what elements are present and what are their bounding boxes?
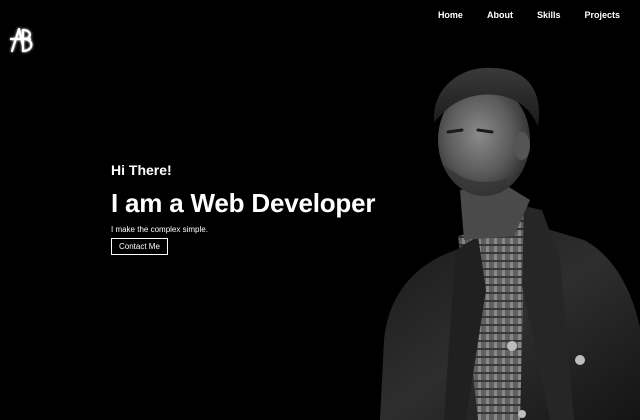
main-nav: Home About Skills Projects (438, 10, 620, 20)
site-logo[interactable] (8, 24, 40, 56)
hero-section: Hi There! I am a Web Developer I make th… (111, 161, 411, 255)
contact-me-button[interactable]: Contact Me (111, 238, 168, 255)
nav-link-home[interactable]: Home (438, 10, 463, 20)
hero-greeting: Hi There! (111, 162, 172, 178)
hero-headline: I am a Web Developer (111, 188, 376, 218)
landing-page: Home About Skills Projects Hi There! I a… (0, 0, 640, 420)
hero-tagline: I make the complex simple. (111, 225, 208, 234)
ab-monogram-logo-icon (9, 27, 33, 53)
nav-link-about[interactable]: About (487, 10, 513, 20)
nav-link-skills[interactable]: Skills (537, 10, 561, 20)
portrait-image (380, 67, 640, 420)
nav-link-projects[interactable]: Projects (584, 10, 620, 20)
